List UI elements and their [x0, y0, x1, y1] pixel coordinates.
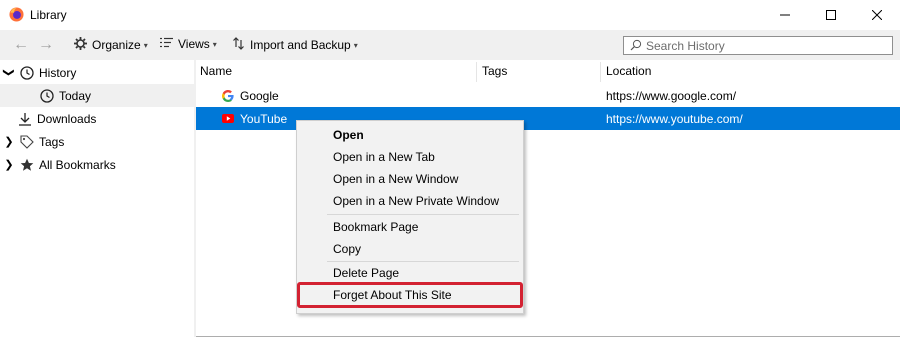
sidebar-item-all-bookmarks[interactable]: ❯ All Bookmarks: [0, 153, 194, 176]
download-icon: [19, 112, 31, 126]
sidebar-item-label: History: [39, 65, 77, 80]
sidebar-item-today[interactable]: Today: [0, 84, 194, 107]
chevron-down-icon[interactable]: ❯: [3, 68, 16, 78]
row-location: https://www.youtube.com/: [606, 111, 743, 126]
sidebar-item-history[interactable]: ❯ History: [0, 61, 194, 84]
menu-item-open[interactable]: Open: [297, 124, 523, 146]
youtube-icon: [222, 114, 234, 123]
organize-label: Organize: [92, 38, 141, 52]
sidebar: ❯ History Today Downloads ❯ Tags ❯ All B…: [0, 60, 194, 337]
column-header-tags[interactable]: Tags: [482, 60, 507, 82]
import-backup-label: Import and Backup: [250, 38, 351, 52]
views-label: Views: [178, 37, 210, 51]
chevron-down-icon: ▾: [353, 40, 358, 50]
organize-button[interactable]: Organize ▾: [74, 37, 148, 53]
firefox-icon: [9, 7, 24, 22]
menu-item-delete-page[interactable]: Delete Page: [297, 262, 523, 284]
menu-item-label: Open in a New Private Window: [333, 194, 500, 208]
menu-item-open-new-window[interactable]: Open in a New Window: [297, 168, 523, 190]
chevron-right-icon[interactable]: ❯: [4, 158, 14, 171]
star-icon: [20, 158, 34, 171]
tag-icon: [20, 134, 34, 149]
menu-item-open-private-window[interactable]: Open in a New Private Window: [297, 190, 523, 212]
import-export-icon: [232, 37, 245, 53]
import-backup-button[interactable]: Import and Backup ▾: [232, 37, 358, 53]
chevron-down-icon: ▾: [212, 39, 217, 49]
menu-item-label: Open: [333, 128, 364, 142]
minimize-button[interactable]: [762, 0, 808, 30]
chevron-right-icon[interactable]: ❯: [4, 135, 14, 148]
window-title: Library: [30, 8, 67, 22]
column-header-name[interactable]: Name: [200, 60, 232, 82]
maximize-icon: [826, 10, 836, 20]
menu-item-label: Open in a New Tab: [333, 150, 435, 164]
highlight-box: [297, 282, 523, 308]
row-location: https://www.google.com/: [606, 88, 737, 103]
clock-icon: [20, 65, 34, 80]
menu-item-label: Bookmark Page: [333, 220, 419, 234]
chevron-down-icon: ▾: [143, 40, 148, 50]
close-button[interactable]: [854, 0, 900, 30]
menu-item-open-new-tab[interactable]: Open in a New Tab: [297, 146, 523, 168]
menu-item-copy[interactable]: Copy: [297, 238, 523, 260]
menu-item-label: Open in a New Window: [333, 172, 459, 186]
maximize-button[interactable]: [808, 0, 854, 30]
forward-arrow-icon[interactable]: →: [38, 36, 54, 54]
sidebar-item-label: Today: [59, 88, 92, 103]
column-divider[interactable]: [476, 62, 477, 82]
column-header-location[interactable]: Location: [606, 60, 651, 82]
sidebar-item-label: Tags: [39, 134, 65, 149]
row-name: Google: [240, 88, 279, 103]
views-button[interactable]: Views ▾: [160, 37, 217, 51]
google-icon: [222, 89, 234, 102]
menu-item-label: Delete Page: [333, 266, 400, 280]
row-name: YouTube: [240, 111, 288, 126]
sidebar-item-label: Downloads: [37, 111, 97, 126]
title-bar: Library: [0, 0, 900, 30]
sidebar-item-downloads[interactable]: Downloads: [0, 107, 194, 130]
minimize-icon: [780, 14, 790, 16]
clock-icon: [40, 88, 54, 103]
sidebar-item-label: All Bookmarks: [39, 157, 116, 172]
search-placeholder: Search History: [646, 39, 725, 53]
search-input[interactable]: Search History: [623, 36, 893, 55]
menu-item-bookmark-page[interactable]: Bookmark Page: [297, 216, 523, 238]
gear-icon: [74, 37, 87, 53]
close-icon: [872, 10, 882, 20]
table-row[interactable]: Google https://www.google.com/: [196, 84, 900, 107]
menu-item-label: Copy: [333, 242, 362, 256]
search-icon: [630, 39, 642, 51]
back-arrow-icon[interactable]: ←: [13, 36, 29, 54]
sidebar-item-tags[interactable]: ❯ Tags: [0, 130, 194, 153]
list-icon: [160, 37, 173, 51]
menu-separator: [327, 214, 519, 215]
column-divider[interactable]: [600, 62, 601, 82]
